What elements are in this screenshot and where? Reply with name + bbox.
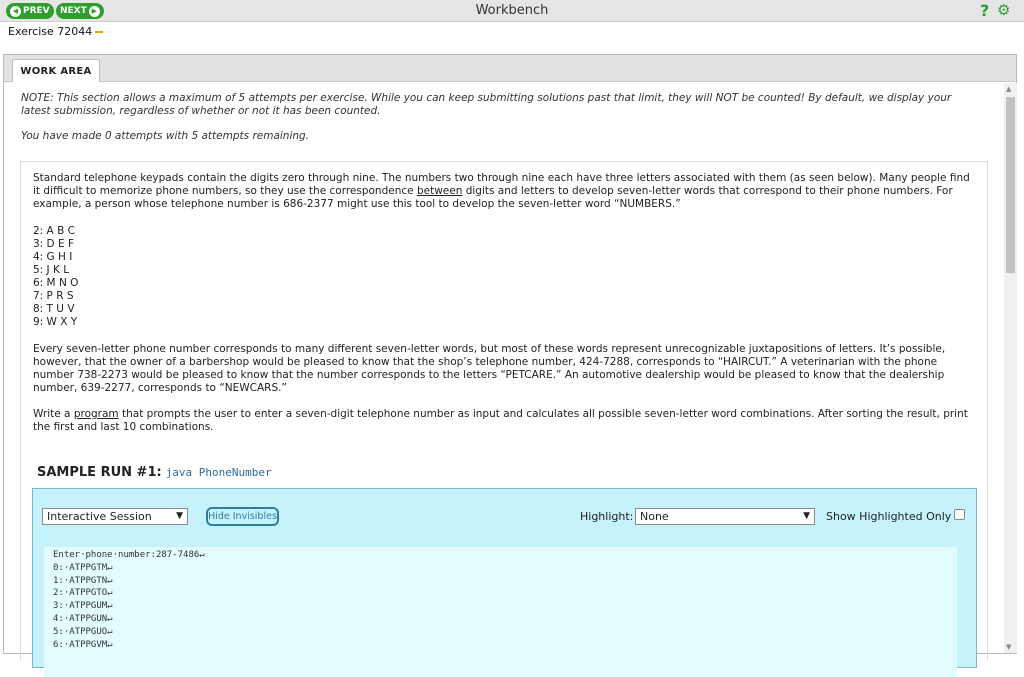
window-title: Workbench [475,3,549,18]
attempts-status: You have made 0 attempts with 5 attempts… [21,130,310,142]
console-line: 3:·ATPPGUM↵ [53,601,113,612]
exercise-label: Exercise 72044 [8,25,104,38]
task-text-end: that prompts the user to enter a seven-d… [33,408,968,433]
problem-statement: Standard telephone keypads contain the d… [20,161,988,677]
sample-run-label: SAMPLE RUN #1: [37,465,162,480]
keypad-row: 2: A B C [33,225,75,237]
paragraph-intro: Standard telephone keypads contain the d… [33,172,977,211]
gear-icon[interactable]: ⚙ [997,1,1010,19]
tab-strip: WORK AREA [4,55,1016,82]
paragraph-task: Write a program that prompts the user to… [33,408,977,434]
keypad-row: 9: W X Y [33,316,78,328]
help-icon[interactable]: ? [980,1,989,20]
console-line: 6:·ATPPGVM↵ [53,639,113,650]
keypad-row: 7: P R S [33,290,74,302]
keypad-row: 4: G H I [33,251,73,263]
scroll-up-icon[interactable]: ▲ [1006,85,1011,93]
dash-icon [95,31,104,33]
show-highlighted-label: Show Highlighted Only [826,510,952,523]
interactive-session-panel: Interactive Session ▼ Hide Invisibles Hi… [32,488,977,677]
console-line: 2:·ATPPGTO↵ [53,588,113,599]
task-text: Write a [33,408,71,420]
console-line: Enter·phone·number:287-7486↵ [53,550,205,560]
scroll-thumb[interactable] [1006,97,1015,273]
sample-run-command: java PhoneNumber [165,466,272,479]
session-mode-select[interactable]: Interactive Session ▼ [42,508,188,525]
console-line: 4:·ATPPGUN↵ [53,613,113,624]
paragraph-examples: Every seven-letter phone number correspo… [33,343,946,394]
keypad-row: 5: J K L [33,264,70,276]
highlight-label: Highlight: [580,510,634,523]
highlight-value: None [640,510,669,523]
console-line: 0:·ATPPGTM↵ [53,562,113,573]
console-line: 1:·ATPPGTN↵ [53,575,113,586]
console-line: 5:·ATPPGUO↵ [53,626,113,637]
vertical-scrollbar[interactable]: ▲ ▼ [1004,83,1017,653]
highlight-select[interactable]: None ▼ [635,508,815,525]
chevron-down-icon: ▼ [176,511,183,521]
top-bar: ◀ PREV NEXT ▶ Workbench ? ⚙ [0,0,1024,22]
exercise-title: Exercise 72044 [8,25,93,38]
work-area-frame: WORK AREA NOTE: This section allows a ma… [3,54,1017,677]
session-mode-value: Interactive Session [47,510,152,523]
sample-run-heading: SAMPLE RUN #1: java PhoneNumber [37,465,272,480]
console-output: Enter·phone·number:287-7486↵ 0:·ATPPGTM↵… [44,547,957,677]
program-link[interactable]: program [74,408,119,420]
between-link[interactable]: between [417,185,462,197]
keypad-row: 3: D E F [33,238,74,250]
chevron-down-icon: ▼ [803,511,810,521]
keypad-row: 8: T U V [33,303,75,315]
attempts-note: NOTE: This section allows a maximum of 5… [21,92,952,117]
keypad-row: 6: M N O [33,277,79,289]
keypad-list: 2: A B C 3: D E F 4: G H I 5: J K L 6: M… [33,225,78,329]
scroll-down-icon[interactable]: ▼ [1006,643,1011,651]
tab-work-area[interactable]: WORK AREA [12,59,100,82]
show-highlighted-checkbox[interactable] [954,509,965,520]
hide-invisibles-button[interactable]: Hide Invisibles [206,507,279,526]
